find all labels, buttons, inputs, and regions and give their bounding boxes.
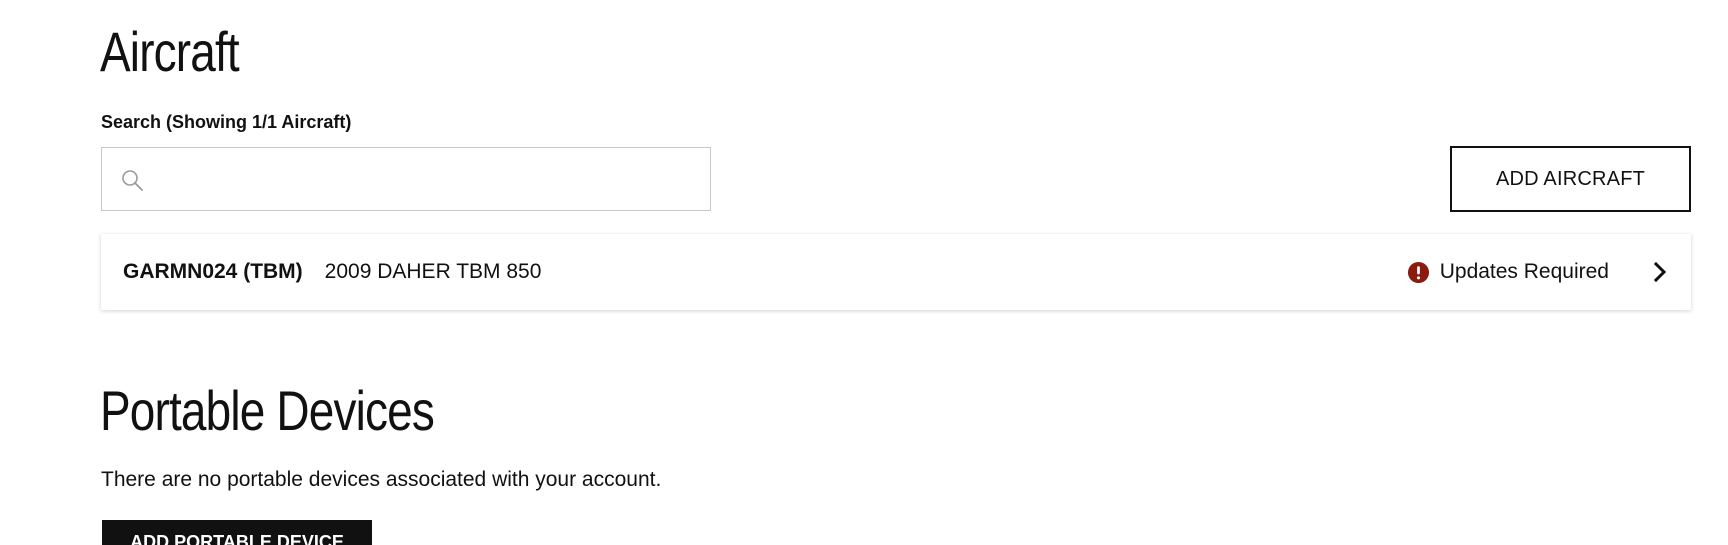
alert-icon [1407, 261, 1429, 283]
aircraft-row[interactable]: GARMN024 (TBM) 2009 DAHER TBM 850 Update… [101, 234, 1691, 310]
aircraft-model: 2009 DAHER TBM 850 [324, 260, 542, 283]
search-input[interactable] [158, 148, 702, 212]
chevron-right-icon[interactable] [1649, 260, 1671, 284]
update-status: Updates Required [1407, 260, 1609, 284]
aircraft-heading: Aircraft [100, 20, 240, 83]
add-aircraft-button[interactable]: ADD AIRCRAFT [1450, 146, 1691, 212]
add-portable-device-button[interactable]: ADD PORTABLE DEVICE [102, 520, 372, 545]
search-icon [122, 170, 143, 191]
search-label: Search (Showing 1/1 Aircraft) [101, 112, 352, 132]
page: Aircraft Search (Showing 1/1 Aircraft) A… [0, 0, 1728, 545]
status-text: Updates Required [1439, 260, 1609, 283]
aircraft-registration: GARMN024 (TBM) [123, 260, 303, 283]
portable-devices-heading: Portable Devices [100, 379, 435, 442]
search-box[interactable] [101, 147, 711, 212]
empty-state-message: There are no portable devices associated… [101, 468, 662, 491]
